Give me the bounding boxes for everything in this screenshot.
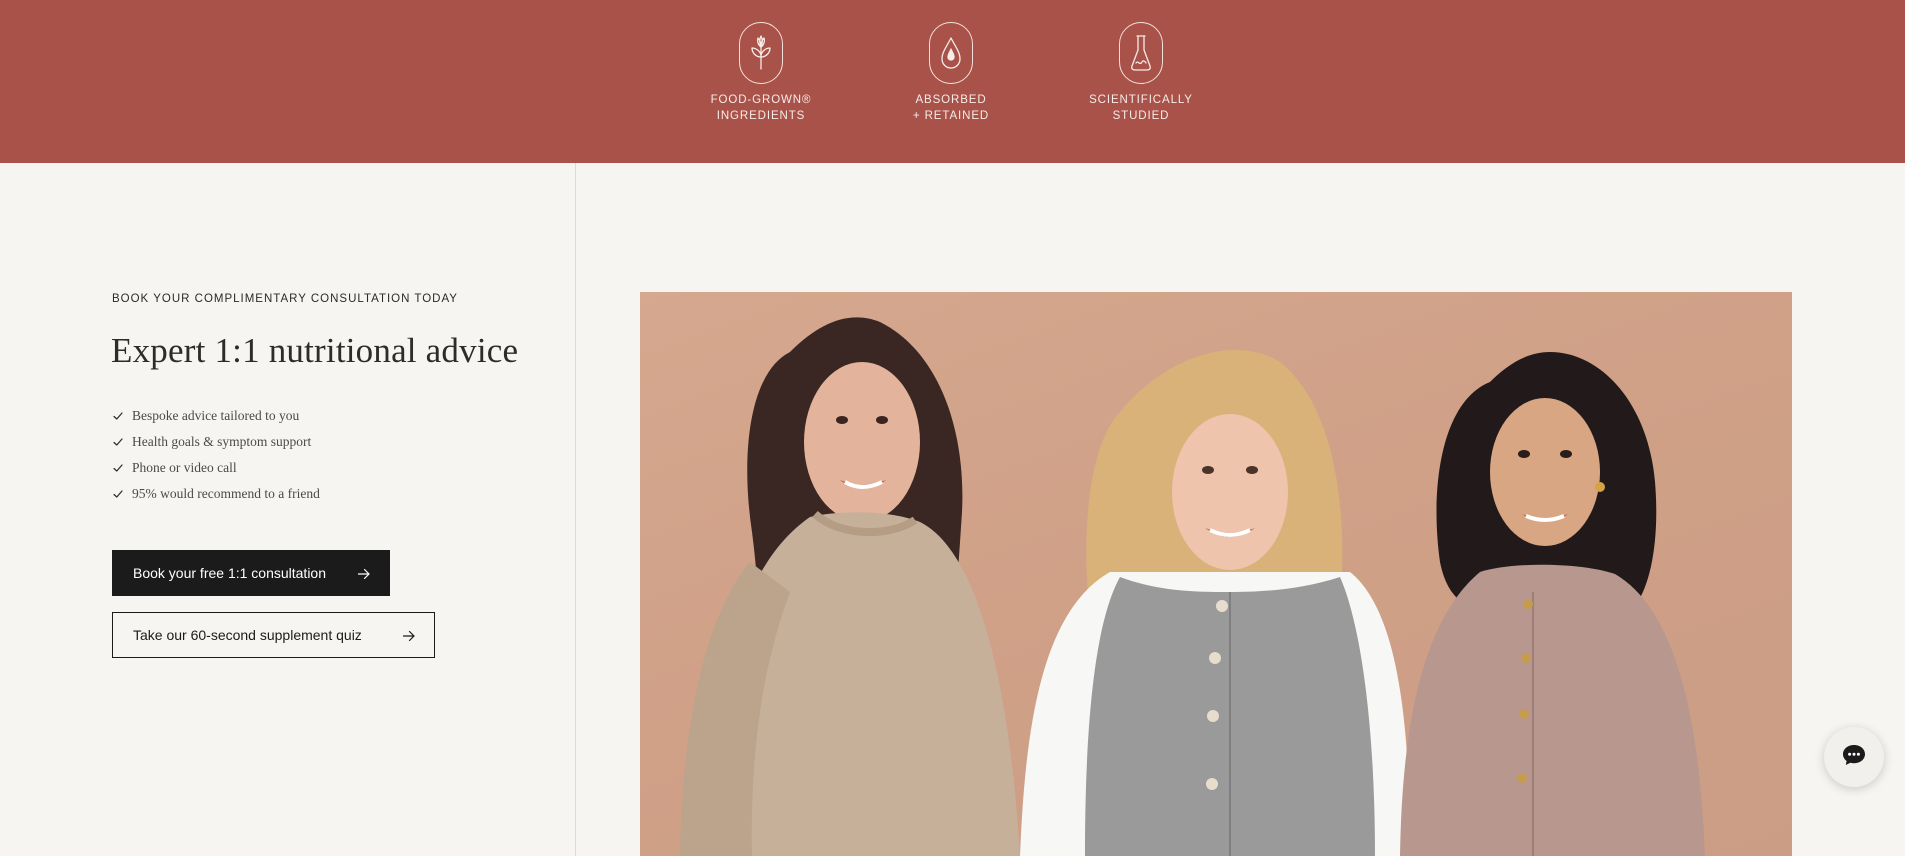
checkmark-icon bbox=[112, 488, 124, 500]
book-consultation-button[interactable]: Book your free 1:1 consultation bbox=[112, 550, 390, 596]
arrow-right-icon bbox=[402, 629, 416, 643]
benefit-studied: SCIENTIFICALLY STUDIED bbox=[1061, 22, 1221, 124]
checkmark-icon bbox=[112, 410, 124, 422]
list-item-label: Phone or video call bbox=[132, 460, 237, 475]
list-item: Health goals & symptom support bbox=[112, 429, 320, 455]
checkmark-icon bbox=[112, 436, 124, 448]
list-item-label: Health goals & symptom support bbox=[132, 434, 312, 449]
chat-launcher-button[interactable] bbox=[1824, 727, 1884, 787]
checkmark-icon bbox=[112, 462, 124, 474]
flask-icon bbox=[1119, 22, 1163, 84]
consultation-eyebrow: BOOK YOUR COMPLIMENTARY CONSULTATION TOD… bbox=[112, 293, 458, 305]
consultation-photo bbox=[640, 292, 1792, 856]
supplement-quiz-button[interactable]: Take our 60-second supplement quiz bbox=[112, 612, 435, 658]
book-consultation-label: Book your free 1:1 consultation bbox=[133, 565, 327, 581]
list-item: Bespoke advice tailored to you bbox=[112, 403, 320, 429]
arrow-right-icon bbox=[357, 567, 371, 581]
benefit-caption: SCIENTIFICALLY STUDIED bbox=[1089, 94, 1193, 122]
benefit-food-grown: FOOD-GROWN® INGREDIENTS bbox=[681, 22, 841, 124]
list-item: Phone or video call bbox=[112, 455, 320, 481]
consultation-benefit-list: Bespoke advice tailored to you Health go… bbox=[112, 403, 320, 507]
chat-bubble-icon bbox=[1841, 743, 1867, 772]
droplet-icon bbox=[929, 22, 973, 84]
list-item-label: 95% would recommend to a friend bbox=[132, 486, 320, 501]
benefits-band: FOOD-GROWN® INGREDIENTS ABSORBED + RETAI… bbox=[0, 0, 1905, 163]
benefit-caption: FOOD-GROWN® INGREDIENTS bbox=[710, 94, 812, 122]
flower-icon bbox=[739, 22, 783, 84]
benefit-caption: ABSORBED + RETAINED bbox=[912, 94, 990, 122]
page-title: Expert 1:1 nutritional advice bbox=[111, 331, 519, 370]
list-item-label: Bespoke advice tailored to you bbox=[132, 408, 300, 423]
list-item: 95% would recommend to a friend bbox=[112, 481, 320, 507]
benefit-absorbed: ABSORBED + RETAINED bbox=[871, 22, 1031, 124]
consultation-panel: BOOK YOUR COMPLIMENTARY CONSULTATION TOD… bbox=[0, 163, 576, 856]
three-smiling-women-illustration bbox=[640, 292, 1792, 856]
supplement-quiz-label: Take our 60-second supplement quiz bbox=[133, 627, 362, 643]
